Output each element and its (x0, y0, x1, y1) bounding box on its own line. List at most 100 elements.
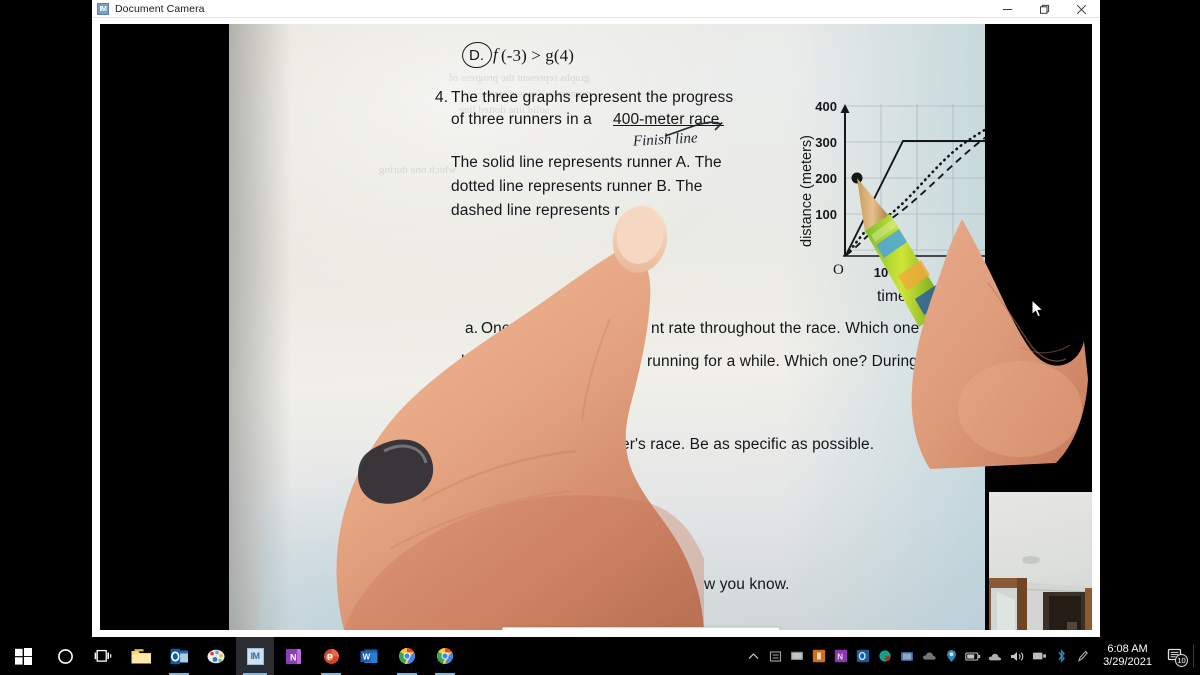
taskbar-chrome-2[interactable] (426, 637, 464, 675)
tray-icon-8[interactable] (918, 637, 940, 675)
tray-icon-6[interactable] (874, 637, 896, 675)
graph-x-axis-label: time (seconds (877, 288, 975, 305)
tray-icon-2[interactable] (786, 637, 808, 675)
volume-icon (1010, 651, 1023, 661)
show-desktop-button[interactable] (1194, 637, 1200, 675)
part-d-text-end: w you know. (704, 576, 790, 593)
outlook-tray-icon (856, 649, 870, 663)
notification-center-button[interactable]: 10 (1161, 637, 1191, 675)
tray-icon-1[interactable] (764, 637, 786, 675)
ghost-text: 3c (559, 390, 569, 401)
location-pin-icon (946, 650, 956, 662)
taskbar-file-explorer[interactable] (122, 637, 160, 675)
minimize-button[interactable] (989, 0, 1026, 18)
system-tray: N 6:08 AM 3/29/2021 10 (742, 637, 1200, 675)
question-4-line-2a: of three runners in a (451, 111, 592, 128)
windows-logo-icon (14, 647, 32, 665)
taskbar-document-camera[interactable]: IM (236, 637, 274, 675)
restore-button[interactable] (1026, 0, 1063, 18)
ghost-text: the graph shows how (459, 532, 553, 544)
onenote-tray-icon: N (834, 649, 848, 663)
tray-icon-7[interactable] (896, 637, 918, 675)
screen-icon (901, 651, 914, 661)
tray-icon-11[interactable] (984, 637, 1006, 675)
taskbar-cortana[interactable] (46, 637, 84, 675)
svg-text:400: 400 (815, 99, 837, 114)
question-4-line-3: The solid line represents runner A. The (451, 154, 722, 171)
tray-hidden-icons[interactable] (742, 637, 764, 675)
paint-palette-icon (207, 649, 225, 663)
tray-icon-5[interactable] (852, 637, 874, 675)
svg-text:10: 10 (874, 265, 888, 280)
ghost-text: which one during (379, 164, 456, 176)
taskbar-onenote[interactable]: N (274, 637, 312, 675)
svg-text:O: O (833, 262, 844, 278)
pen-icon (1078, 650, 1089, 662)
svg-text:W: W (363, 652, 371, 661)
desktop-left-letterbox (0, 0, 92, 637)
tray-icon-12[interactable] (1006, 637, 1028, 675)
taskbar: IM N P W N 6:08 AM 3/29/2021 10 (0, 637, 1200, 675)
window-controls (989, 0, 1100, 18)
choice-d-function-f: f (493, 45, 498, 64)
taskbar-paint[interactable] (198, 637, 236, 675)
im-icon: IM (246, 647, 264, 665)
start-button[interactable] (0, 637, 46, 675)
close-button[interactable] (1063, 0, 1100, 18)
part-b-line-2: did (534, 377, 555, 394)
tray-icon-9[interactable] (940, 637, 962, 675)
desktop-right-letterbox (1100, 0, 1200, 637)
svg-text:200: 200 (815, 171, 837, 186)
teal-app-icon (879, 650, 891, 662)
app-icon-im: IM (97, 2, 109, 15)
bluetooth-icon (1058, 649, 1065, 663)
svg-text:N: N (837, 653, 843, 662)
taskbar-word[interactable]: W (350, 637, 388, 675)
tray-icon-13[interactable] (1028, 637, 1050, 675)
box-icon (769, 650, 781, 662)
choice-d-expression: (-3) > g(4) (501, 46, 574, 65)
notification-badge: 10 (1175, 654, 1188, 667)
ghost-text: each runner moves (489, 550, 573, 562)
choice-d-letter: D. (469, 47, 485, 64)
circle-icon (57, 648, 73, 664)
svg-text:20: 20 (910, 265, 924, 280)
tray-icon-10[interactable] (962, 637, 984, 675)
taskbar-task-view[interactable] (84, 637, 122, 675)
taskbar-powerpoint[interactable]: P (312, 637, 350, 675)
paper-shadow-left (229, 24, 291, 630)
task-view-icon (94, 649, 112, 662)
taskbar-chrome-1[interactable] (388, 637, 426, 675)
battery-icon (965, 651, 981, 661)
orange-app-icon (812, 649, 826, 663)
chevron-up-icon (748, 652, 759, 659)
screen: IM Document Camera graphs represent the … (0, 0, 1200, 675)
paper-blue-tint-bottom (259, 460, 679, 630)
word-icon: W (360, 649, 378, 663)
tray-icon-14[interactable] (1050, 637, 1072, 675)
part-b-text-start: A second run (477, 353, 569, 370)
part-c-text-end: er's race. Be as specific as possible. (621, 436, 875, 453)
part-a-label: a. (465, 320, 479, 337)
ghost-text: 400 (474, 580, 489, 591)
screen-share-notification-bar: Screencastify - Screen Video Recorder is… (502, 627, 780, 630)
tray-icon-15[interactable] (1072, 637, 1094, 675)
part-b-text-end: running for a while. Which one? During w (647, 353, 934, 370)
part-b-label: b. (461, 353, 475, 370)
race-distance-time-graph: 400 300 200 100 O 10 20 30 40 distance (… (793, 96, 985, 296)
ghost-text: graphs represent the progress of (449, 72, 590, 84)
webcam-video (989, 492, 1092, 630)
svg-text:30: 30 (946, 265, 960, 280)
webcam-picture-in-picture[interactable] (985, 484, 1092, 630)
onedrive-icon (988, 653, 1001, 660)
tray-icon-4[interactable]: N (830, 637, 852, 675)
handwriting-finish-line: Finish line (632, 130, 698, 150)
ghost-text: explain your reasoning clearly (429, 514, 563, 526)
taskbar-clock[interactable]: 6:08 AM 3/29/2021 (1094, 643, 1161, 669)
ghost-text: 2d (559, 408, 569, 419)
question-4-number: 4. (435, 89, 449, 106)
chrome-icon (437, 648, 453, 664)
svg-text:300: 300 (815, 135, 837, 150)
tray-icon-3[interactable] (808, 637, 830, 675)
taskbar-outlook[interactable] (160, 637, 198, 675)
